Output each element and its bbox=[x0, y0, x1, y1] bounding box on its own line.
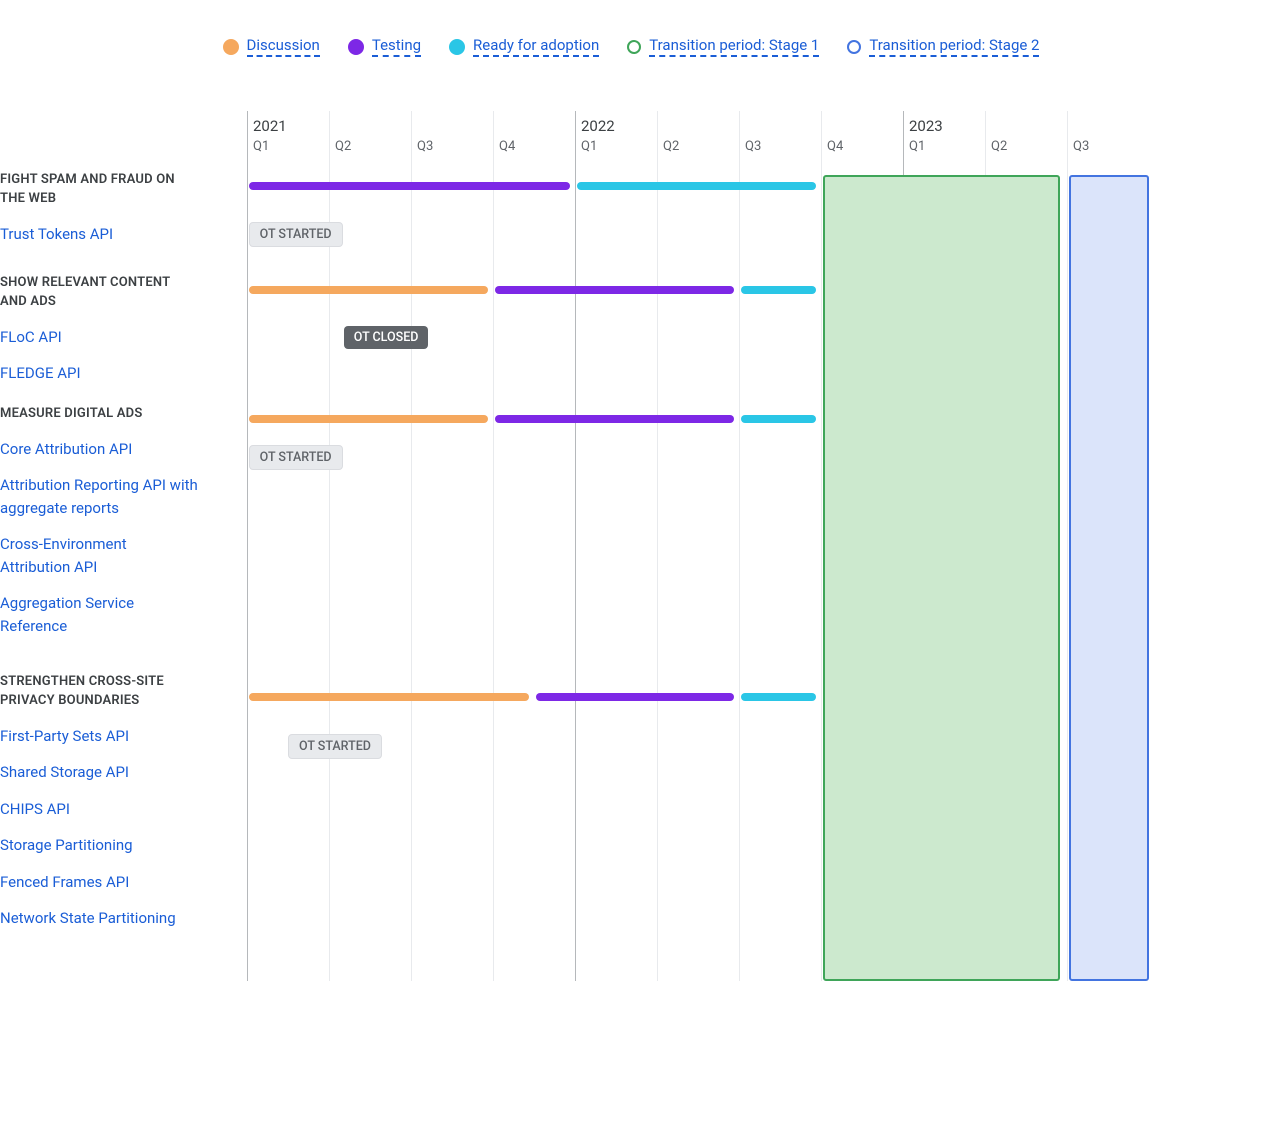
legend-dot bbox=[223, 39, 239, 55]
quarter-label: Q1 bbox=[253, 139, 269, 154]
group-title: SHOW RELEVANT CONTENT AND ADS bbox=[0, 274, 200, 312]
api-link[interactable]: Shared Storage API bbox=[0, 761, 200, 784]
phase-bar-discussion bbox=[249, 286, 488, 294]
phase-bar-testing bbox=[495, 415, 734, 423]
api-link[interactable]: Network State Partitioning bbox=[0, 907, 200, 930]
sidebar-group: FIGHT SPAM AND FRAUD ON THE WEB Trust Tok… bbox=[0, 171, 200, 245]
gridline bbox=[493, 111, 494, 981]
legend-item[interactable]: Ready for adoption bbox=[449, 36, 599, 57]
phase-bar-discussion bbox=[249, 415, 488, 423]
sidebar-group: STRENGTHEN CROSS-SITE PRIVACY BOUNDARIES… bbox=[0, 673, 200, 930]
phase-bar-ready bbox=[741, 286, 816, 294]
gridline bbox=[657, 111, 658, 981]
gridline bbox=[575, 111, 576, 981]
api-link[interactable]: Aggregation Service Reference bbox=[0, 592, 200, 637]
legend-item[interactable]: Testing bbox=[348, 36, 421, 57]
sidebar-group: SHOW RELEVANT CONTENT AND ADS FLoC API FLE… bbox=[0, 274, 200, 385]
status-badge: OT STARTED bbox=[249, 222, 343, 247]
api-link[interactable]: Trust Tokens API bbox=[0, 223, 200, 246]
gridline bbox=[739, 111, 740, 981]
quarter-label: Q2 bbox=[335, 139, 351, 154]
legend-dot bbox=[449, 39, 465, 55]
api-link[interactable]: CHIPS API bbox=[0, 798, 200, 821]
phase-bar-discussion bbox=[249, 693, 529, 701]
group-title: FIGHT SPAM AND FRAUD ON THE WEB bbox=[0, 171, 200, 209]
legend-label[interactable]: Discussion bbox=[247, 36, 320, 57]
legend-label[interactable]: Transition period: Stage 2 bbox=[869, 36, 1039, 57]
api-link[interactable]: Storage Partitioning bbox=[0, 834, 200, 857]
status-badge: OT STARTED bbox=[288, 734, 382, 759]
legend-label[interactable]: Ready for adoption bbox=[473, 36, 599, 57]
gridline bbox=[247, 111, 248, 981]
quarter-label: Q2 bbox=[991, 139, 1007, 154]
gridline bbox=[411, 111, 412, 981]
legend-dot bbox=[627, 40, 641, 54]
sidebar: FIGHT SPAM AND FRAUD ON THE WEB Trust Tok… bbox=[0, 111, 247, 981]
quarter-label: Q3 bbox=[417, 139, 433, 154]
legend-row: Discussion Testing Ready for adoption Trans… bbox=[0, 36, 1262, 57]
legend-dot bbox=[348, 39, 364, 55]
api-link[interactable]: First-Party Sets API bbox=[0, 725, 200, 748]
api-link[interactable]: FLEDGE API bbox=[0, 362, 200, 385]
status-badge: OT STARTED bbox=[249, 445, 343, 470]
quarter-label: Q3 bbox=[745, 139, 761, 154]
phase-bar-testing bbox=[249, 182, 570, 190]
legend-label[interactable]: Testing bbox=[372, 36, 421, 57]
gridline bbox=[1067, 111, 1068, 981]
legend-dot bbox=[847, 40, 861, 54]
phase-bar-testing bbox=[495, 286, 734, 294]
api-link[interactable]: Core Attribution API bbox=[0, 438, 200, 461]
phase-bar-testing bbox=[536, 693, 734, 701]
legend-label[interactable]: Transition period: Stage 1 bbox=[649, 36, 819, 57]
quarter-label: Q2 bbox=[663, 139, 679, 154]
legend-item[interactable]: Discussion bbox=[223, 36, 320, 57]
api-link[interactable]: Attribution Reporting API with aggregate… bbox=[0, 474, 200, 519]
group-title: STRENGTHEN CROSS-SITE PRIVACY BOUNDARIES bbox=[0, 673, 200, 711]
group-title: MEASURE DIGITAL ADS bbox=[0, 405, 200, 424]
quarter-label: Q1 bbox=[581, 139, 597, 154]
legend-item[interactable]: Transition period: Stage 2 bbox=[847, 36, 1039, 57]
year-label: 2022 bbox=[581, 117, 615, 135]
year-label: 2021 bbox=[253, 117, 287, 135]
gridline bbox=[821, 111, 822, 981]
phase-bar-ready bbox=[741, 415, 816, 423]
status-badge: OT CLOSED bbox=[344, 326, 429, 349]
phase-bar-ready bbox=[577, 182, 816, 190]
quarter-label: Q4 bbox=[499, 139, 515, 154]
sidebar-group: MEASURE DIGITAL ADS Core Attribution API A… bbox=[0, 405, 200, 637]
quarter-label: Q4 bbox=[827, 139, 843, 154]
transition-stage2 bbox=[1069, 175, 1149, 981]
transition-stage1 bbox=[823, 175, 1061, 981]
timeline-area: 2021 2022 2023 Q1 Q2 Q3 Q4 Q1 Q2 Q3 Q4 Q1 Q2 Q3 OT STA… bbox=[247, 111, 1262, 981]
api-link[interactable]: FLoC API bbox=[0, 326, 200, 349]
api-link[interactable]: Fenced Frames API bbox=[0, 871, 200, 894]
legend-item[interactable]: Transition period: Stage 1 bbox=[627, 36, 819, 57]
year-label: 2023 bbox=[909, 117, 943, 135]
quarter-label: Q3 bbox=[1073, 139, 1089, 154]
quarter-label: Q1 bbox=[909, 139, 925, 154]
phase-bar-ready bbox=[741, 693, 816, 701]
timeline-chart: FIGHT SPAM AND FRAUD ON THE WEB Trust Tok… bbox=[0, 111, 1262, 981]
api-link[interactable]: Cross-Environment Attribution API bbox=[0, 533, 200, 578]
